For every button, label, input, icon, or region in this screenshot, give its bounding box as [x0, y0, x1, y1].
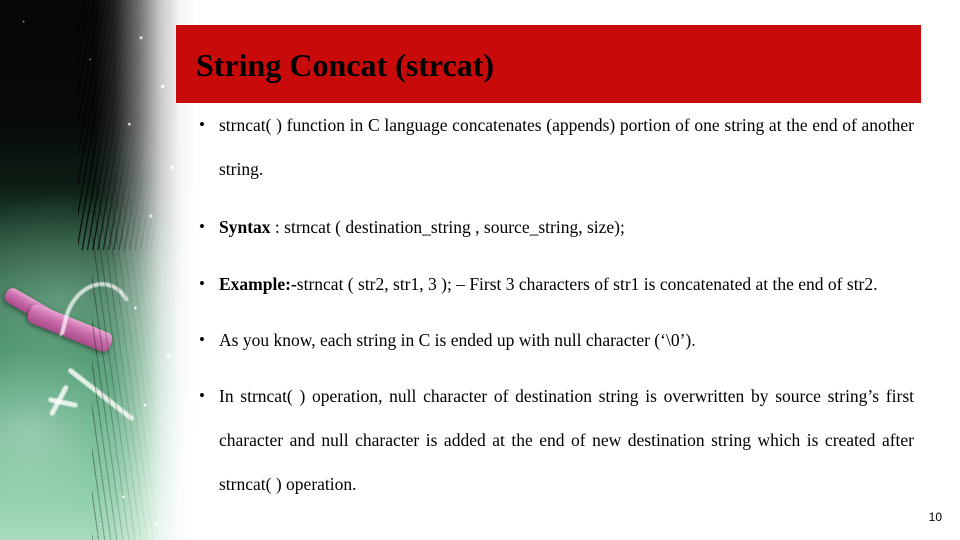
- list-item-lead: Syntax: [219, 217, 271, 237]
- page-title: String Concat (strcat): [196, 47, 495, 83]
- bullet-glyph-icon: •: [199, 274, 205, 293]
- list-item: • As you know, each string in C is ended…: [192, 318, 914, 362]
- list-item-text: : strncat ( destination_string , source_…: [270, 217, 625, 237]
- bullet-list: • strncat( ) function in C language conc…: [192, 103, 914, 506]
- image-white-fade: [0, 0, 196, 540]
- bullet-glyph-icon: •: [199, 330, 205, 349]
- chalkboard-decoration-image: [0, 0, 196, 540]
- bullet-glyph-icon: •: [199, 217, 205, 236]
- list-item: • strncat( ) function in C language conc…: [192, 103, 914, 191]
- bullet-glyph-icon: •: [199, 386, 205, 405]
- list-item-text: strncat( ) function in C language concat…: [219, 115, 914, 179]
- list-item-lead: Example:-: [219, 274, 297, 294]
- bullet-glyph-icon: •: [199, 115, 205, 134]
- list-item: • Example:-strncat ( str2, str1, 3 ); – …: [192, 262, 914, 306]
- page-number: 10: [928, 510, 942, 524]
- slide-canvas: String Concat (strcat) • strncat( ) func…: [0, 0, 960, 540]
- list-item-text: In strncat( ) operation, null character …: [219, 386, 914, 494]
- list-item: • In strncat( ) operation, null characte…: [192, 374, 914, 506]
- list-item-text: strncat ( str2, str1, 3 ); – First 3 cha…: [296, 274, 878, 294]
- list-item: • Syntax : strncat ( destination_string …: [192, 205, 914, 249]
- list-item-text: As you know, each string in C is ended u…: [219, 330, 696, 350]
